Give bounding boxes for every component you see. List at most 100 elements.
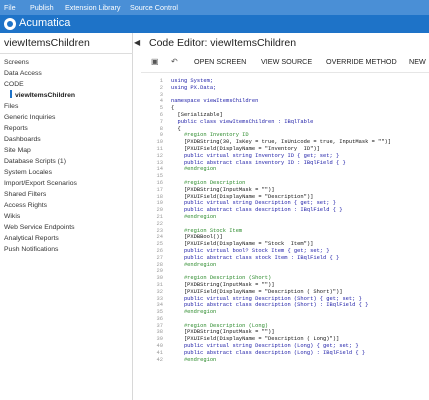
open-screen-button[interactable]: OPEN SCREEN [194, 57, 246, 66]
tree-item-import-export-scenarios[interactable]: Import/Export Scenarios [0, 178, 133, 189]
line-number: 41 [156, 349, 163, 356]
code-line: public abstract class stock Item : IBqlF… [171, 254, 340, 261]
line-number: 32 [156, 288, 163, 295]
line-number: 22 [156, 220, 163, 227]
tree-item-code[interactable]: CODE [0, 79, 133, 90]
code-line: #region Description (Short) [171, 275, 272, 282]
line-number: 37 [156, 322, 163, 329]
line-number-gutter: 1 2 3 4 5 6 7 8 9 10 11 12 13 14 15 16 17 18 19 20 21 22 23 24 2… [141, 78, 167, 400]
tree-item-dashboards[interactable]: Dashboards [0, 134, 133, 145]
editor-title: Code Editor: viewItemsChildren [149, 37, 297, 49]
editor-toolbar: ▣ ↶ OPEN SCREEN VIEW SOURCE OVERRIDE MET… [141, 53, 429, 73]
line-number: 36 [156, 315, 163, 322]
tree-item-reports[interactable]: Reports [0, 123, 133, 134]
code-line: using PX.Data; [171, 84, 217, 91]
line-number: 33 [156, 295, 163, 302]
tree-item-system-locales[interactable]: System Locales [0, 167, 133, 178]
line-number: 11 [156, 145, 163, 152]
tree-item-site-map[interactable]: Site Map [0, 145, 133, 156]
line-number: 9 [159, 132, 163, 139]
line-number: 3 [159, 91, 163, 98]
line-number: 4 [159, 98, 163, 105]
tree-item-viewitemschildren[interactable]: viewItemsChildren [0, 90, 133, 101]
menu-publish[interactable]: Publish [30, 3, 54, 12]
line-number: 19 [156, 200, 163, 207]
code-line: [PXUIField(DisplayName = "Description")] [171, 193, 314, 200]
override-method-button[interactable]: OVERRIDE METHOD [326, 57, 397, 66]
line-number: 16 [156, 179, 163, 186]
line-number: 14 [156, 166, 163, 173]
code-line: public virtual string Description { get;… [171, 200, 336, 207]
tree-item-push-notifications[interactable]: Push Notifications [0, 244, 133, 255]
line-number: 23 [156, 227, 163, 234]
tree-item-database-scripts[interactable]: Database Scripts (1) [0, 156, 133, 167]
code-line: [PXUIField(DisplayName = "Description ( … [171, 288, 343, 295]
line-number: 27 [156, 254, 163, 261]
project-title: viewItemsChildren [4, 37, 90, 49]
code-line: public virtual bool? Stock Item { get; s… [171, 247, 330, 254]
project-tree: Screens Data Access CODE viewItemsChildr… [0, 57, 133, 255]
tree-item-screens[interactable]: Screens [0, 57, 133, 68]
save-icon[interactable]: ▣ [151, 57, 159, 66]
line-number: 13 [156, 159, 163, 166]
tree-item-code-label: CODE [4, 81, 24, 88]
code-line: public abstract class description : IBql… [171, 207, 343, 214]
tree-item-data-access[interactable]: Data Access [0, 68, 133, 79]
undo-icon[interactable]: ↶ [171, 57, 178, 66]
line-number: 12 [156, 152, 163, 159]
code-line: [PXUIField(DisplayName = "Description ( … [171, 336, 340, 343]
code-line: #region Description (Long) [171, 322, 269, 329]
line-number: 1 [159, 78, 163, 84]
code-line: public virtual string Inventory ID { get… [171, 152, 340, 159]
line-number: 38 [156, 329, 163, 336]
acumatica-logo-icon [4, 18, 16, 30]
tree-item-wikis[interactable]: Wikis [0, 211, 133, 222]
tree-item-access-rights[interactable]: Access Rights [0, 200, 133, 211]
menu-file[interactable]: File [4, 3, 16, 12]
new-button[interactable]: NEW [409, 57, 426, 66]
code-line: { [171, 105, 175, 112]
line-number: 31 [156, 281, 163, 288]
line-number: 6 [159, 111, 163, 118]
code-line: [Serializable] [171, 111, 223, 118]
customization-tree-panel: viewItemsChildren Screens Data Access CO… [0, 33, 133, 400]
line-number: 8 [159, 125, 163, 132]
code-line: [PXDBString(InputMask = "")] [171, 186, 275, 193]
code-lines: using System; using PX.Data; namespace vie… [171, 78, 429, 363]
tree-item-generic-inquiries[interactable]: Generic Inquiries [0, 112, 133, 123]
code-line: [PXDBString(InputMask = "")] [171, 281, 275, 288]
code-line: public class viewItemsChildren : IBqlTab… [171, 118, 314, 125]
code-line: #endregion [171, 261, 217, 268]
brand-name: Acumatica [19, 17, 71, 29]
menu-source-control[interactable]: Source Control [130, 3, 178, 12]
code-line: public abstract class description (Short… [171, 302, 369, 309]
code-line: public abstract class description (Long)… [171, 349, 366, 356]
code-line: #region Stock Item [171, 227, 243, 234]
tree-item-analytical-reports[interactable]: Analytical Reports [0, 233, 133, 244]
top-menu-bar: File Publish Extension Library Source Co… [0, 0, 429, 15]
tree-item-web-service-endpoints[interactable]: Web Service Endpoints [0, 222, 133, 233]
line-number: 5 [159, 105, 163, 112]
line-number: 26 [156, 247, 163, 254]
tree-item-viewitemschildren-label: viewItemsChildren [15, 92, 76, 99]
code-editor-panel: Code Editor: viewItemsChildren ▣ ↶ OPEN … [141, 33, 429, 400]
tree-item-shared-filters[interactable]: Shared Filters [0, 189, 133, 200]
collapse-panel-icon[interactable]: ◀ [134, 38, 140, 47]
code-line: [PXUIField(DisplayName = "Inventory ID")… [171, 145, 320, 152]
code-line: #endregion [171, 309, 217, 316]
line-number: 34 [156, 302, 163, 309]
line-number: 18 [156, 193, 163, 200]
tree-item-files[interactable]: Files [0, 101, 133, 112]
menu-extension-library[interactable]: Extension Library [65, 3, 121, 12]
line-number: 28 [156, 261, 163, 268]
code-area[interactable]: 1 2 3 4 5 6 7 8 9 10 11 12 13 14 15 16 17 18 19 20 21 22 23 24 2… [141, 78, 429, 400]
code-line: #region Inventory ID [171, 132, 249, 139]
code-line: #region Description [171, 179, 246, 186]
code-line: public virtual string Description (Short… [171, 295, 362, 302]
view-source-button[interactable]: VIEW SOURCE [261, 57, 312, 66]
code-line: #endregion [171, 166, 217, 173]
